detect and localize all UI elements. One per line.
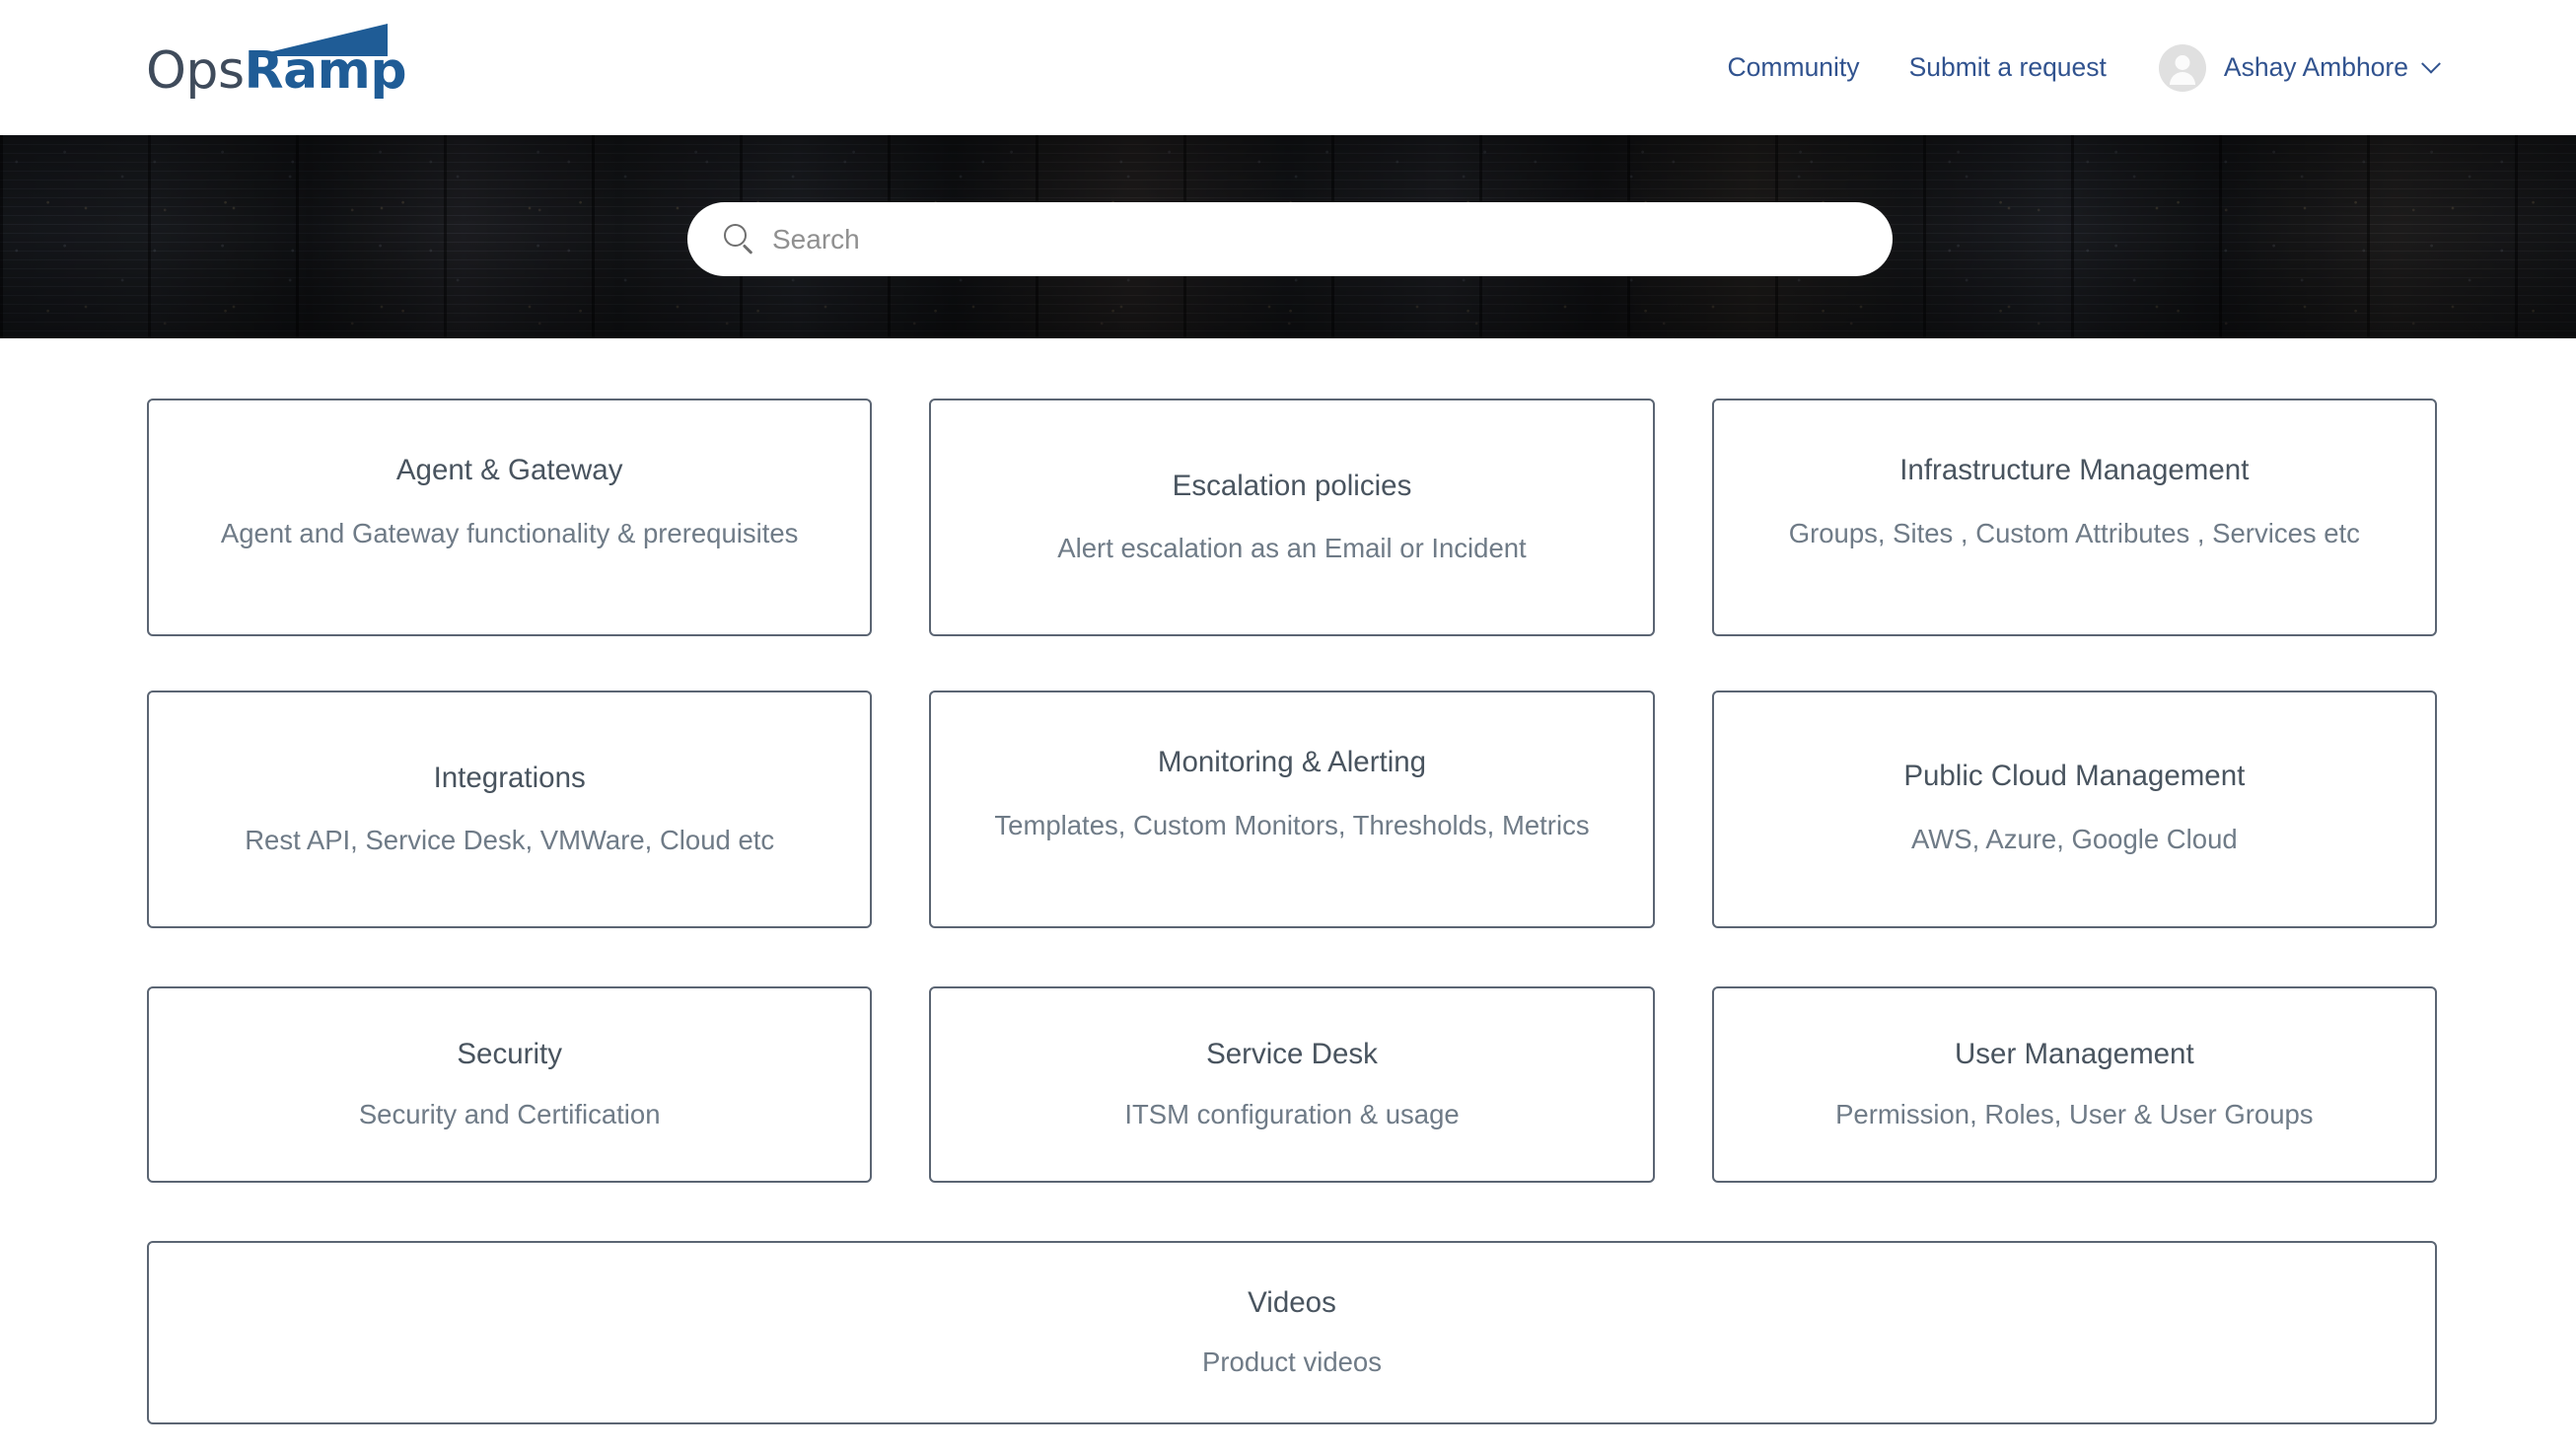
card-description: Groups, Sites , Custom Attributes , Serv… bbox=[1788, 517, 2360, 548]
card-description: Permission, Roles, User & User Groups bbox=[1835, 1098, 2314, 1129]
category-row-1: Agent & Gateway Agent and Gateway functi… bbox=[147, 399, 2437, 636]
card-title: Infrastructure Management bbox=[1899, 454, 2250, 486]
category-card-infrastructure-management[interactable]: Infrastructure Management Groups, Sites … bbox=[1711, 399, 2437, 636]
card-description: Agent and Gateway functionality & prereq… bbox=[220, 517, 799, 548]
category-card-service-desk[interactable]: Service Desk ITSM configuration & usage bbox=[929, 986, 1655, 1183]
category-card-videos[interactable]: Videos Product videos bbox=[147, 1241, 2437, 1424]
user-name-label: Ashay Ambhore bbox=[2223, 52, 2408, 82]
user-avatar-icon bbox=[2158, 43, 2206, 92]
card-description: AWS, Azure, Google Cloud bbox=[1910, 823, 2238, 854]
card-title: Service Desk bbox=[1206, 1038, 1378, 1071]
card-description: Product videos bbox=[1202, 1346, 1382, 1378]
category-card-user-management[interactable]: User Management Permission, Roles, User … bbox=[1711, 986, 2437, 1183]
search-icon-ring bbox=[724, 224, 747, 247]
card-description: Alert escalation as an Email or Incident bbox=[1057, 533, 1527, 564]
search-icon bbox=[723, 223, 755, 255]
avatar-body-shape bbox=[2169, 71, 2195, 85]
card-description: ITSM configuration & usage bbox=[1124, 1098, 1460, 1129]
category-card-escalation-policies[interactable]: Escalation policies Alert escalation as … bbox=[929, 399, 1655, 636]
category-card-agent-gateway[interactable]: Agent & Gateway Agent and Gateway functi… bbox=[147, 399, 873, 636]
category-row-4: Videos Product videos bbox=[147, 1241, 2437, 1424]
card-title: Public Cloud Management bbox=[1903, 760, 2246, 792]
card-description: Rest API, Service Desk, VMWare, Cloud et… bbox=[245, 825, 775, 856]
category-card-public-cloud-management[interactable]: Public Cloud Management AWS, Azure, Goog… bbox=[1711, 691, 2437, 928]
logo-text-ramp: Ramp bbox=[244, 41, 407, 101]
logo-text: OpsRamp bbox=[146, 45, 407, 97]
header-navigation: Community Submit a request Ashay Ambhore bbox=[1728, 0, 2441, 135]
category-card-integrations[interactable]: Integrations Rest API, Service Desk, VMW… bbox=[147, 691, 873, 928]
category-card-security[interactable]: Security Security and Certification bbox=[147, 986, 873, 1183]
card-title: Videos bbox=[1248, 1285, 1336, 1319]
card-title: Agent & Gateway bbox=[395, 454, 623, 486]
card-title: Security bbox=[457, 1038, 562, 1071]
category-row-3: Security Security and Certification Serv… bbox=[147, 986, 2437, 1183]
avatar-head-shape bbox=[2175, 54, 2190, 70]
category-card-monitoring-alerting[interactable]: Monitoring & Alerting Templates, Custom … bbox=[929, 691, 1655, 928]
chevron-down-icon bbox=[2421, 53, 2441, 74]
nav-link-community[interactable]: Community bbox=[1728, 52, 1860, 83]
card-title: Escalation policies bbox=[1172, 469, 1412, 502]
site-header: OpsRamp Community Submit a request Ashay… bbox=[0, 0, 2576, 135]
card-title: Integrations bbox=[433, 761, 586, 794]
search-bar[interactable] bbox=[687, 202, 1893, 276]
nav-link-submit-a-request[interactable]: Submit a request bbox=[1909, 52, 2107, 83]
search-icon-handle bbox=[743, 244, 753, 254]
card-title: Monitoring & Alerting bbox=[1157, 746, 1427, 778]
card-description: Security and Certification bbox=[358, 1098, 661, 1129]
user-menu[interactable]: Ashay Ambhore bbox=[2158, 43, 2441, 92]
search-input[interactable] bbox=[772, 219, 1837, 259]
card-title: User Management bbox=[1954, 1038, 2194, 1071]
help-center-page: OpsRamp Community Submit a request Ashay… bbox=[0, 0, 2576, 1454]
category-row-2: Integrations Rest API, Service Desk, VMW… bbox=[147, 691, 2437, 928]
logo-text-ops: Ops bbox=[146, 41, 245, 101]
card-description: Templates, Custom Monitors, Thresholds, … bbox=[994, 809, 1590, 840]
opsramp-logo[interactable]: OpsRamp bbox=[146, 24, 407, 97]
